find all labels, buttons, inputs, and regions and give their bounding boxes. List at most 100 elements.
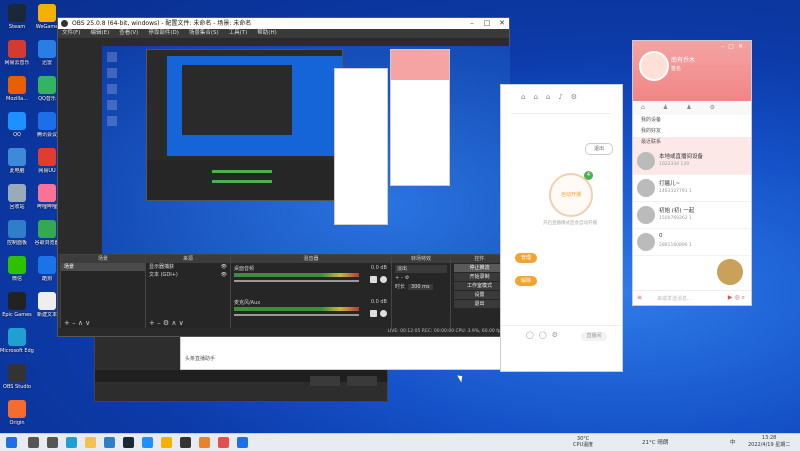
- chat-section-item[interactable]: 最近联系: [633, 137, 751, 148]
- live-assistant-window[interactable]: ⌂⌂⌂♪⚙ 退出 自动开播 4 开启直播模式后会自动开播 管理 解除 ◯◯⚙ 直…: [500, 84, 623, 372]
- desktop-shortcut[interactable]: 回收站: [0, 184, 34, 220]
- minimize-button[interactable]: –: [465, 18, 479, 29]
- obs-statusbar: LIVE: 00:12:05 REC: 00:00:00 CPU: 3.9%, …: [58, 328, 509, 336]
- start-button[interactable]: [6, 437, 17, 448]
- release-button[interactable]: 解除: [515, 276, 537, 286]
- chat-window[interactable]: 南有乔木 签名 –□✕ ⌂♟♟⚙ 我的设备 我的好友 最近联系 本地或直播间设备 102…: [632, 40, 752, 306]
- scene-item[interactable]: 场景: [61, 263, 145, 271]
- desktop-shortcut[interactable]: Steam: [0, 4, 34, 40]
- obs-menu-item[interactable]: 工具(T): [229, 29, 248, 38]
- source-add-button[interactable]: + – ⚙ ∧ ∨: [149, 319, 184, 327]
- store-icon[interactable]: [104, 437, 115, 448]
- obs-menu-item[interactable]: 查看(V): [119, 29, 138, 38]
- desktop-shortcut[interactable]: OBS Studio: [0, 364, 34, 400]
- preview-desktop-icons: [102, 46, 122, 274]
- footer-button[interactable]: 直播间: [581, 332, 607, 341]
- desktop-shortcut[interactable]: QQ: [0, 112, 34, 148]
- clock-date: 2022/4/19 星期二: [748, 442, 791, 448]
- desktop-shortcut-label: Origin: [9, 420, 25, 426]
- desktop-shortcut-label: OBS Studio: [3, 384, 31, 390]
- visibility-eye-icon[interactable]: 👁: [221, 271, 227, 279]
- gear-icon[interactable]: [380, 310, 387, 317]
- contact-row[interactable]: 初始 (初) 一起 1500769262 1: [633, 202, 751, 229]
- wegame-taskbar-icon[interactable]: [161, 437, 172, 448]
- desktop-shortcut[interactable]: Epic Games: [0, 292, 34, 328]
- visibility-eye-icon[interactable]: 👁: [221, 263, 227, 271]
- source-item[interactable]: 显示器捕获 👁: [146, 263, 230, 271]
- obs-title: OBS 25.0.8 (64-bit, windows) - 配置文件: 未命名…: [72, 20, 252, 27]
- speaker-icon[interactable]: [370, 276, 377, 283]
- speaker-icon[interactable]: [370, 310, 377, 317]
- steam-taskbar-icon[interactable]: [123, 437, 134, 448]
- floating-avatar[interactable]: [715, 257, 745, 287]
- ime-indicator[interactable]: 中: [730, 438, 736, 446]
- mixer-track-name: 麦克风/Aux: [234, 300, 261, 306]
- obs-menu-item[interactable]: 编辑(E): [90, 29, 109, 38]
- obs-menu-item[interactable]: 停靠部件(D): [148, 29, 179, 38]
- obs-taskbar-icon[interactable]: [180, 437, 191, 448]
- chat-input[interactable]: 来或发送消息...: [657, 295, 692, 302]
- transitions-dock-title: 转场特效: [392, 255, 450, 263]
- exit-button[interactable]: 退出: [585, 143, 613, 155]
- contact-row[interactable]: 0 2881160896 1: [633, 229, 751, 256]
- mixer-track-level: 0.0 dB: [370, 265, 387, 271]
- chat-taskbar-icon[interactable]: [218, 437, 229, 448]
- obs-menu-item[interactable]: 文件(F): [62, 29, 80, 38]
- manage-button[interactable]: 管理: [515, 253, 537, 263]
- desktop-shortcut[interactable]: Mozilla...: [0, 76, 34, 112]
- desktop-shortcut[interactable]: 微信: [0, 256, 34, 292]
- profile-avatar[interactable]: [639, 51, 669, 81]
- transitions-dock: 转场特效 淡出 + – ⚙ 时长 300 ms: [391, 254, 451, 330]
- control-button[interactable]: 开始录制: [454, 273, 505, 281]
- control-button[interactable]: 退出: [454, 300, 505, 308]
- task-view-icon[interactable]: [47, 437, 58, 448]
- clock[interactable]: 13:28 2022/4/19 星期二: [748, 435, 790, 449]
- source-item[interactable]: 文本 (GDI+) 👁: [146, 271, 230, 279]
- desktop-shortcut[interactable]: Origin: [0, 400, 34, 436]
- volume-slider[interactable]: [234, 280, 359, 282]
- obs-menu-item[interactable]: 帮助(H): [257, 29, 276, 38]
- app-taskbar-icon[interactable]: [237, 437, 248, 448]
- chat-section-item[interactable]: 我的设备: [633, 115, 751, 126]
- chat-section-label: 最近联系: [641, 139, 662, 145]
- maximize-button[interactable]: □: [480, 18, 494, 29]
- chat-section-item[interactable]: 我的好友: [633, 126, 751, 137]
- transition-select[interactable]: 淡出: [395, 265, 447, 273]
- contact-row[interactable]: 打瞌儿~ 1483327791 1: [633, 175, 751, 202]
- chrome-icon: [38, 220, 56, 238]
- obs-window[interactable]: OBS 25.0.8 (64-bit, windows) - 配置文件: 未命名…: [57, 17, 510, 337]
- desktop-shortcut[interactable]: 此电脑: [0, 148, 34, 184]
- menu-icon[interactable]: ≡: [637, 294, 642, 301]
- chat-input-bar[interactable]: ≡ 来或发送消息... ▶◎⌕: [633, 290, 751, 305]
- close-button[interactable]: ✕: [495, 18, 509, 29]
- duration-input[interactable]: 300 ms: [408, 283, 433, 290]
- qq-icon: [8, 112, 26, 130]
- edge-taskbar-icon[interactable]: [66, 437, 77, 448]
- control-button[interactable]: 工作室模式: [454, 282, 505, 290]
- game-taskbar-icon[interactable]: [199, 437, 210, 448]
- explorer-icon[interactable]: [85, 437, 96, 448]
- toolbar-icons[interactable]: ⌂⌂⌂♪⚙: [521, 93, 585, 101]
- gear-icon[interactable]: [380, 276, 387, 283]
- weather[interactable]: 21°C 晴朗: [642, 438, 668, 446]
- obs-titlebar[interactable]: OBS 25.0.8 (64-bit, windows) - 配置文件: 未命名…: [58, 18, 509, 29]
- scene-add-button[interactable]: + – ∧ ∨: [64, 319, 90, 327]
- profile-signature: 签名: [671, 66, 682, 72]
- search-icon[interactable]: [28, 437, 39, 448]
- chat-tabs[interactable]: ⌂♟♟⚙: [633, 101, 751, 115]
- desktop-shortcut[interactable]: 网易云音乐: [0, 40, 34, 76]
- control-button[interactable]: 设置: [454, 291, 505, 299]
- footer-icons[interactable]: ◯◯⚙: [526, 331, 563, 339]
- obs-menu-item[interactable]: 场景集合(S): [189, 29, 219, 38]
- chat-input-icons[interactable]: ▶◎⌕: [728, 294, 747, 302]
- add-transition-button[interactable]: + – ⚙: [395, 275, 447, 281]
- qq-taskbar-icon[interactable]: [142, 437, 153, 448]
- desktop-shortcut[interactable]: 控制面板: [0, 220, 34, 256]
- contact-row[interactable]: 本地或直播间设备 1022334 139: [633, 148, 751, 175]
- control-button[interactable]: 停止推流: [454, 264, 505, 272]
- chat-window-controls[interactable]: –□✕: [721, 43, 747, 50]
- volume-slider[interactable]: [234, 314, 359, 316]
- contact-avatar: [637, 152, 655, 170]
- cpu-temp: 30°C CPU温度: [573, 436, 593, 448]
- desktop-shortcut[interactable]: Microsoft Edge: [0, 328, 34, 364]
